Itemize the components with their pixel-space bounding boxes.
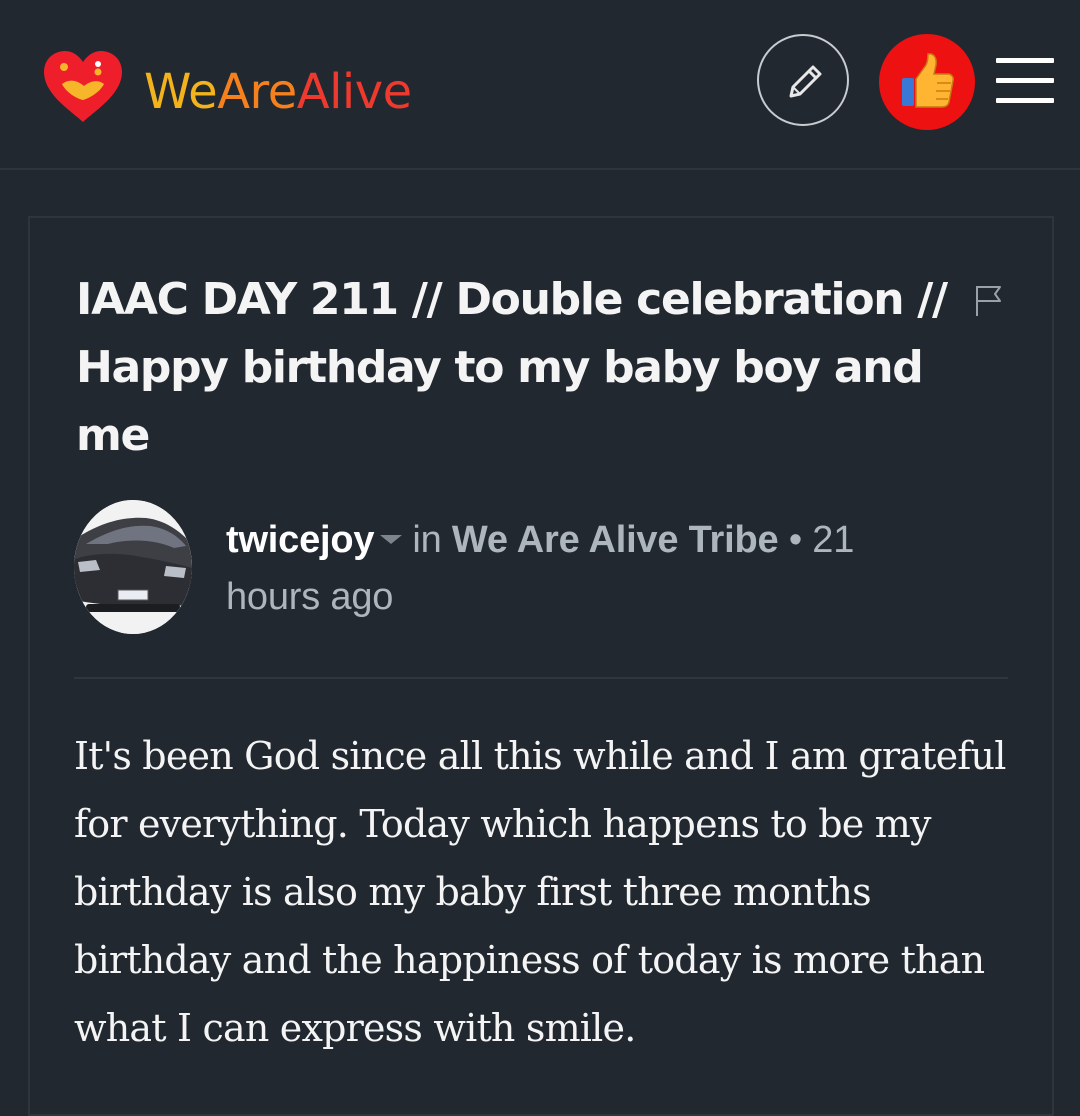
community-link[interactable]: We Are Alive Tribe <box>452 519 779 561</box>
write-post-button[interactable] <box>757 34 849 126</box>
pencil-icon <box>789 65 822 98</box>
menu-line <box>996 58 1054 63</box>
post-title[interactable]: IAAC DAY 211 // Double celebration // Ha… <box>76 266 966 470</box>
logo-heart-icon[interactable] <box>40 48 126 124</box>
separator-dot: • <box>788 519 802 561</box>
logo-wordmark[interactable]: WeAreAlive <box>144 62 412 122</box>
divider <box>74 677 1008 679</box>
post-body: It's been God since all this while and I… <box>74 734 1006 1050</box>
upvote-button[interactable] <box>879 34 975 130</box>
hamburger-menu-button[interactable] <box>996 58 1054 106</box>
flag-icon[interactable] <box>974 284 1004 323</box>
post-meta: twicejoy in We Are Alive Tribe • 21 hours… <box>226 512 946 626</box>
author-avatar[interactable] <box>74 500 192 634</box>
in-label: in <box>412 519 442 561</box>
logo-part-we: We <box>144 64 218 120</box>
author-name-link[interactable]: twicejoy <box>226 519 375 561</box>
menu-line <box>996 78 1054 83</box>
chevron-down-icon[interactable] <box>380 535 403 545</box>
thumbs-up-icon <box>902 53 954 108</box>
logo-part-are: Are <box>217 64 297 120</box>
logo-part-alive: Alive <box>296 64 412 120</box>
top-bar: WeAreAlive <box>0 0 1080 170</box>
menu-line <box>996 98 1054 103</box>
